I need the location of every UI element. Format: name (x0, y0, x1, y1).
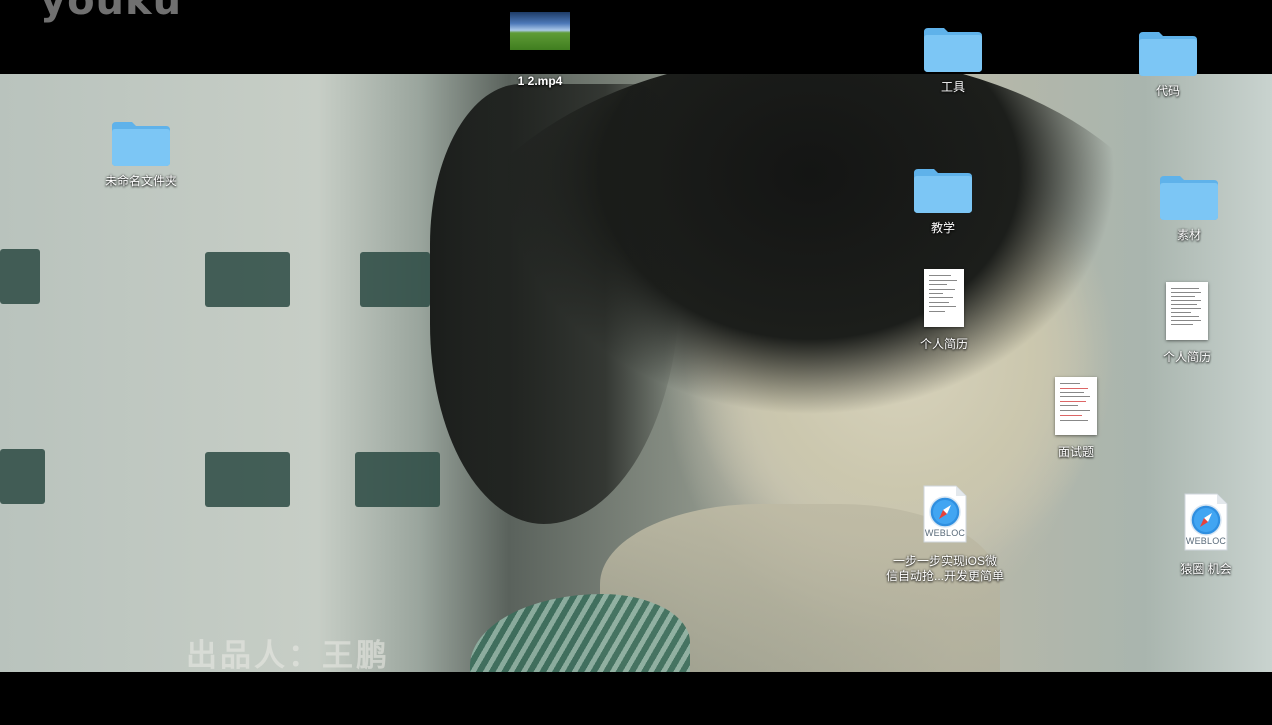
icon-label-line1: 一步一步实现iOS微 (892, 554, 997, 568)
building-window (0, 249, 40, 304)
desktop-icon-interview[interactable]: 面试题 (1016, 377, 1136, 460)
building-window (0, 449, 45, 504)
icon-label: 个人简历 (1162, 350, 1211, 364)
icon-label: 代码 (1155, 84, 1180, 98)
webloc-file: WEBLOC (922, 484, 968, 544)
desktop-icon-folder-teaching[interactable]: 教学 (883, 165, 1003, 236)
desktop-icon-folder-tools[interactable]: 工具 (893, 24, 1013, 95)
desktop-icon-webloc-ios[interactable]: WEBLOC 一步一步实现iOS微 信自动抢...开发更简单 (875, 484, 1015, 584)
icon-label: 1 2.mp4 (517, 74, 563, 88)
icon-label: 猿圈 机会 (1180, 562, 1232, 576)
video-thumbnail-icon (510, 12, 570, 50)
folder-icon (112, 122, 170, 166)
youku-watermark: youku (40, 0, 183, 24)
shirt (470, 594, 690, 672)
desktop-icon-resume-1[interactable]: 个人简历 (884, 269, 1004, 352)
building-window (205, 452, 290, 507)
folder-icon (1160, 176, 1218, 220)
credit-caption: 出品人：王鹏 (186, 638, 390, 672)
desktop-icon-webloc-jobs[interactable]: WEBLOC 猿圈 机会 (1146, 492, 1266, 577)
desktop-icon-resume-2[interactable]: 个人简历 (1127, 282, 1247, 365)
webloc-badge: WEBLOC (1185, 536, 1227, 546)
webloc-badge: WEBLOC (924, 528, 966, 538)
folder-icon (1139, 32, 1197, 76)
document-icon (1166, 282, 1208, 340)
building-window (355, 452, 440, 507)
icon-label: 未命名文件夹 (104, 174, 177, 188)
webloc-file: WEBLOC (1183, 492, 1229, 552)
building-window (360, 252, 430, 307)
folder-icon (924, 28, 982, 72)
icon-label: 个人简历 (919, 337, 968, 351)
icon-label: 工具 (940, 80, 965, 94)
document-icon (924, 269, 964, 327)
document-icon (1055, 377, 1097, 435)
folder-icon (914, 169, 972, 213)
desktop-icon-folder-untitled[interactable]: 未命名文件夹 (81, 118, 201, 189)
desktop-icon-folder-code[interactable]: 代码 (1108, 28, 1228, 99)
icon-label: 素材 (1176, 228, 1201, 242)
desktop-icon-folder-materials[interactable]: 素材 (1129, 172, 1249, 243)
desktop-icon-video[interactable]: 1 2.mp4 (480, 12, 600, 89)
icon-label-line2: 信自动抢...开发更简单 (885, 569, 1004, 583)
icon-label: 面试题 (1057, 445, 1094, 459)
icon-label: 教学 (930, 221, 955, 235)
building-window (205, 252, 290, 307)
desktop[interactable]: 出品人：王鹏 youku 1 2.mp4 工具 代码 未命名文件夹 教学 素材 … (0, 0, 1272, 725)
